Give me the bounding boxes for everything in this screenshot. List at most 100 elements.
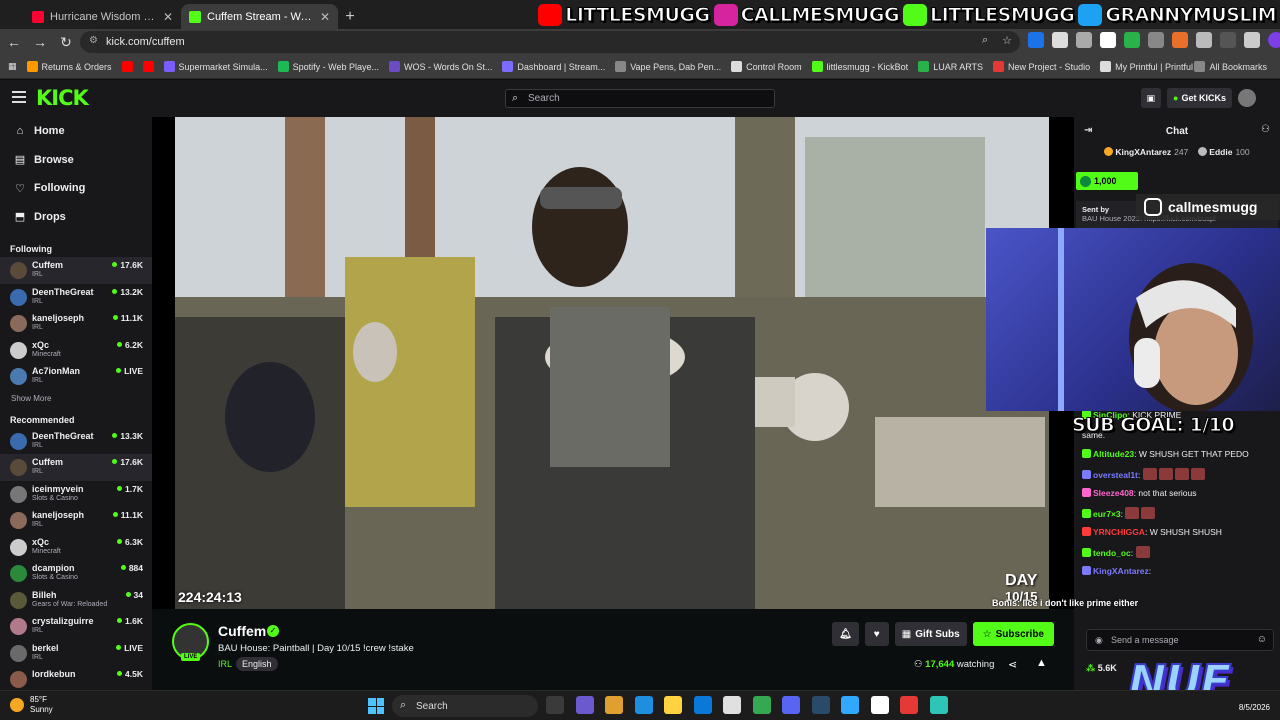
channel-item[interactable]: berkel IRL LIVE (0, 640, 152, 667)
extension-icon[interactable] (1148, 32, 1164, 48)
video-player[interactable]: 224:24:13 DAY 10/15 (152, 117, 1074, 609)
chat-message[interactable]: oversteal1t: (1074, 466, 1280, 486)
extension-icon[interactable] (1052, 32, 1068, 48)
channel-item[interactable]: xQc Minecraft 6.2K (0, 337, 152, 364)
apps-grid-icon[interactable]: ▦ (0, 61, 22, 72)
bookmark-item[interactable]: WOS - Words On St... (384, 61, 497, 72)
emote-picker-icon[interactable]: ☺ (1257, 634, 1267, 645)
channel-item[interactable]: DeenTheGreat IRL 13.2K (0, 284, 152, 311)
taskbar-app-icon[interactable] (900, 696, 918, 714)
gift-subs-button[interactable]: ▦ Gift Subs (894, 622, 967, 646)
close-tab-icon[interactable]: ✕ (320, 10, 330, 24)
taskbar-app-icon[interactable] (929, 696, 948, 714)
channel-item[interactable]: crystalizguirre IRL 1.6K (0, 613, 152, 640)
stream-category[interactable]: IRL (218, 659, 232, 669)
chat-message[interactable]: KingXAntarez: (1074, 563, 1280, 583)
collapse-chat-icon[interactable]: ⇥ (1084, 125, 1092, 136)
extensions-puzzle-icon[interactable] (1196, 32, 1212, 48)
kick-logo[interactable]: KICK (36, 88, 89, 109)
search-input[interactable]: ⌕ Search (505, 89, 775, 108)
leaderboard-entry[interactable]: Eddie 100 (1198, 147, 1250, 163)
kicks-goal-bar[interactable]: 1,000 (1076, 172, 1138, 190)
reload-button[interactable]: ↻ (54, 30, 78, 54)
url-field[interactable]: ⚙ kick.com/cuffem ⌕ ☆ (80, 31, 1020, 53)
weather-widget[interactable]: 85°F Sunny (10, 695, 53, 715)
channel-item[interactable]: dcampion Slots & Casino 884 (0, 560, 152, 587)
taskbar-app-icon[interactable] (870, 696, 889, 714)
user-avatar[interactable] (1238, 89, 1256, 107)
menu-hamburger-icon[interactable] (12, 91, 26, 103)
extension-icon[interactable] (1124, 32, 1140, 48)
subscribe-button[interactable]: ☆ Subscribe (972, 622, 1054, 646)
show-more-link[interactable]: Show More (0, 390, 152, 408)
channel-item[interactable]: kaneljoseph IRL 11.1K (0, 310, 152, 337)
sidepanel-icon[interactable] (1244, 32, 1260, 48)
bookmark-star-icon[interactable]: ☆ (1002, 34, 1012, 47)
share-icon[interactable]: ⋖ (1008, 658, 1017, 671)
bookmark-item[interactable]: LUAR ARTS (913, 61, 988, 72)
chat-message[interactable]: eur7×3: (1074, 505, 1280, 525)
bookmark-item[interactable]: Vape Pens, Dab Pen... (610, 61, 726, 72)
chat-username[interactable]: eur7×3 (1093, 509, 1121, 519)
chat-message[interactable]: Altitude23: W SHUSH GET THAT PEDO (1074, 446, 1280, 466)
nav-drops[interactable]: ⬒ Drops (0, 203, 152, 232)
bookmark-item[interactable]: Control Room (726, 61, 807, 72)
chat-input[interactable]: ◉ Send a message ☺ (1086, 629, 1274, 651)
bookmark-item[interactable]: Supermarket Simula... (159, 61, 273, 72)
taskbar-app-icon[interactable] (723, 696, 741, 714)
chat-username[interactable]: tendo_oc (1093, 548, 1131, 558)
chat-message[interactable]: Sleeze408: not that serious (1074, 485, 1280, 505)
chat-username[interactable]: KingXAntarez (1093, 566, 1149, 576)
chat-username[interactable]: YRNCHIGGA (1093, 527, 1145, 537)
taskbar-app-icon[interactable] (664, 696, 682, 714)
profile-avatar[interactable] (1268, 32, 1280, 48)
extension-icon[interactable] (1076, 32, 1092, 48)
taskbar-app-icon[interactable] (634, 696, 653, 714)
start-button[interactable] (368, 698, 384, 714)
browser-tab[interactable]: Hurricane Wisdom - Woosah (O ✕ (24, 4, 181, 29)
chat-message[interactable]: YRNCHIGGA: W SHUSH SHUSH (1074, 524, 1280, 544)
channel-item[interactable]: kaneljoseph IRL 11.1K (0, 507, 152, 534)
chat-username[interactable]: Sleeze408 (1093, 488, 1134, 498)
taskbar-app-icon[interactable] (841, 696, 859, 714)
chat-username[interactable]: Altitude23 (1093, 449, 1134, 459)
nav-following[interactable]: ♡ Following (0, 174, 152, 203)
taskbar-search[interactable]: ⌕ Search (392, 695, 538, 717)
taskbar-app-icon[interactable] (811, 696, 830, 714)
chat-username[interactable]: oversteal1t (1093, 470, 1138, 480)
forward-button[interactable]: → (28, 30, 52, 54)
notifications-button[interactable]: 🔔︎ (832, 622, 859, 646)
bookmark-item[interactable] (138, 61, 159, 72)
bookmark-item[interactable] (117, 61, 138, 72)
site-info-icon[interactable]: ⚙ (89, 35, 98, 46)
taskbar-app-icon[interactable] (575, 696, 594, 714)
new-tab-button[interactable]: + (338, 4, 362, 29)
get-kicks-button[interactable]: ● Get KICKs (1167, 88, 1232, 108)
extension-icon[interactable] (1028, 32, 1044, 48)
channel-item[interactable]: Cuffem IRL 17.6K (0, 257, 152, 284)
close-tab-icon[interactable]: ✕ (163, 10, 173, 24)
nav-home[interactable]: ⌂ Home (0, 117, 152, 146)
bookmark-item[interactable]: My Printful | Printful (1095, 61, 1198, 72)
taskbar-app-icon[interactable] (546, 696, 564, 714)
stream-video[interactable]: 224:24:13 DAY 10/15 (175, 117, 1049, 609)
language-tag[interactable]: English (236, 657, 278, 671)
nav-browse[interactable]: ▤ Browse (0, 146, 152, 175)
bookmark-item[interactable]: Dashboard | Stream... (497, 61, 610, 72)
bookmark-item[interactable]: littlesmugg - KickBot (807, 61, 914, 72)
store-button[interactable]: ▣ (1140, 88, 1162, 108)
zoom-icon[interactable]: ⌕ (982, 34, 988, 47)
extension-icon[interactable] (1100, 32, 1116, 48)
taskbar-app-icon[interactable] (605, 696, 623, 714)
streamer-name[interactable]: Cuffem (218, 623, 266, 639)
all-bookmarks-button[interactable]: All Bookmarks (1189, 61, 1272, 72)
chat-message[interactable]: tendo_oc: (1074, 544, 1280, 564)
taskbar-app-icon[interactable] (693, 696, 712, 714)
bookmark-item[interactable]: New Project - Studio (988, 61, 1095, 72)
chat-users-icon[interactable]: ⚇ (1261, 124, 1270, 135)
reading-list-icon[interactable] (1220, 32, 1236, 48)
back-button[interactable]: ← (2, 30, 26, 54)
extension-icon[interactable] (1172, 32, 1188, 48)
report-icon[interactable]: ▲ (1036, 657, 1047, 669)
browser-tab[interactable]: Cuffem Stream - Watch Live on ✕ (181, 4, 338, 29)
